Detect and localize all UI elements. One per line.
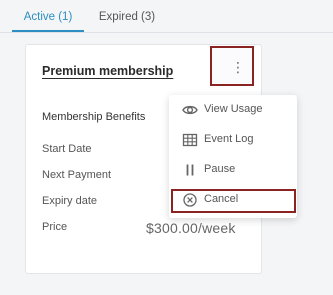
tab-expired[interactable]: Expired (3): [88, 0, 166, 31]
table-icon: [182, 133, 198, 147]
menu-item-label: Pause: [204, 163, 236, 175]
options-menu: View Usage Event Log Pause Cancel: [169, 95, 297, 218]
menu-item-label: Event Log: [204, 133, 254, 145]
menu-item-event-log[interactable]: Event Log: [169, 129, 297, 151]
membership-title[interactable]: Premium membership: [42, 64, 173, 78]
menu-item-pause[interactable]: Pause: [169, 159, 297, 181]
more-vertical-icon: ⋮: [231, 59, 245, 75]
expiry-date-label: Expiry date: [42, 195, 98, 207]
menu-item-label: View Usage: [204, 103, 263, 115]
cancel-circle-icon: [183, 193, 197, 207]
price-label: Price: [42, 221, 68, 233]
more-options-button[interactable]: ⋮: [210, 46, 254, 86]
tab-bar: Active (1) Expired (3): [0, 0, 333, 33]
menu-item-view-usage[interactable]: View Usage: [169, 99, 297, 121]
eye-icon: [182, 105, 198, 115]
price-value: $300.00/week: [146, 220, 236, 236]
next-payment-label: Next Payment: [42, 169, 112, 181]
start-date-label: Start Date: [42, 143, 92, 155]
pause-icon: [186, 164, 194, 176]
menu-item-label: Cancel: [204, 193, 239, 205]
tab-active[interactable]: Active (1): [12, 0, 84, 32]
membership-benefits-label: Membership Benefits: [42, 111, 146, 123]
menu-item-cancel[interactable]: Cancel: [169, 189, 297, 211]
